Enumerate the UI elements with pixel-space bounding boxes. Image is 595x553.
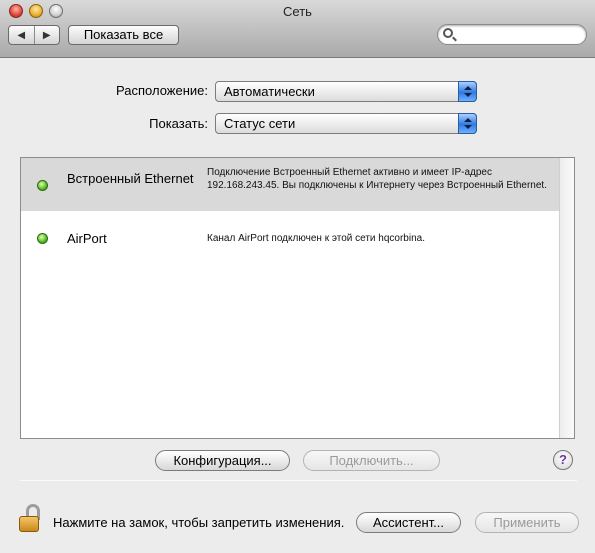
- search-field[interactable]: [437, 24, 587, 45]
- status-indicator-icon: [37, 180, 48, 191]
- assistant-button[interactable]: Ассистент...: [356, 512, 461, 533]
- show-all-button[interactable]: Показать все: [68, 25, 179, 45]
- list-scrollbar[interactable]: [559, 158, 574, 438]
- network-status-list[interactable]: Встроенный Ethernet Подключение Встроенн…: [20, 157, 575, 439]
- list-item-airport[interactable]: AirPort Канал AirPort подключен к этой с…: [21, 211, 560, 265]
- apply-button[interactable]: Применить: [475, 512, 579, 533]
- location-popup[interactable]: Автоматически: [215, 81, 477, 102]
- service-name: AirPort: [67, 231, 107, 246]
- configure-button[interactable]: Конфигурация...: [155, 450, 290, 471]
- search-input[interactable]: [458, 27, 578, 42]
- window-title: Сеть: [283, 4, 312, 19]
- service-description: Подключение Встроенный Ethernet активно …: [207, 167, 547, 191]
- popup-arrows-icon: [458, 81, 477, 102]
- service-description: Канал AirPort подключен к этой сети hqco…: [207, 233, 425, 244]
- connect-button[interactable]: Подключить...: [303, 450, 440, 471]
- show-popup[interactable]: Статус сети: [215, 113, 477, 134]
- back-arrow-icon[interactable]: ◀: [9, 26, 34, 44]
- back-forward-group: ◀ ▶: [8, 25, 60, 45]
- location-popup-value: Автоматически: [224, 84, 315, 99]
- lock-hint-text: Нажмите на замок, чтобы запретить измене…: [53, 515, 345, 530]
- help-button[interactable]: ?: [553, 450, 573, 470]
- forward-arrow-icon[interactable]: ▶: [33, 26, 60, 44]
- divider: [20, 480, 577, 481]
- show-label: Показать:: [149, 116, 208, 131]
- location-label: Расположение:: [116, 83, 208, 98]
- toolbar: Сеть ◀ ▶ Показать все: [0, 0, 595, 58]
- status-indicator-icon: [37, 233, 48, 244]
- search-icon: [443, 28, 453, 38]
- show-popup-value: Статус сети: [224, 116, 296, 131]
- unlocked-padlock-icon[interactable]: [19, 504, 43, 534]
- popup-arrows-icon: [458, 113, 477, 134]
- network-preferences-window: Сеть ◀ ▶ Показать все Расположение: Авто…: [0, 0, 595, 553]
- service-name: Встроенный Ethernet: [67, 171, 194, 186]
- list-item-builtin-ethernet[interactable]: Встроенный Ethernet Подключение Встроенн…: [21, 158, 560, 211]
